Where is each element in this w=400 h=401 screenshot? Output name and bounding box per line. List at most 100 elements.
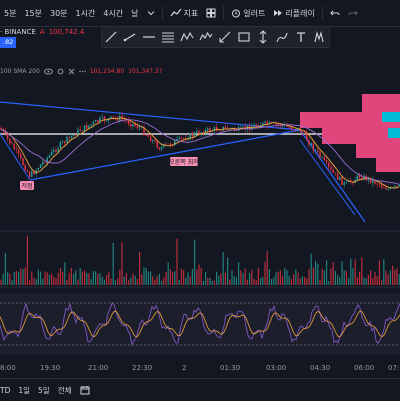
- volume-bar: [145, 268, 147, 285]
- timeframe-day[interactable]: 날: [127, 8, 142, 19]
- mid-label-text: 오른쪽 최저: [169, 158, 199, 166]
- volume-bar: [257, 267, 259, 285]
- volume-bar: [202, 280, 204, 285]
- timeframe-dropdown-button[interactable]: [143, 9, 159, 17]
- volume-bar: [319, 279, 321, 285]
- price-range-icon[interactable]: [256, 30, 270, 44]
- layouts-button[interactable]: [202, 8, 220, 18]
- settings-icon[interactable]: [57, 68, 64, 75]
- volume-bar: [99, 273, 101, 285]
- anchor-icon[interactable]: [312, 30, 326, 44]
- alert-button[interactable]: 얼러트: [227, 8, 269, 19]
- volume-bar: [207, 277, 209, 285]
- volume-bar: [136, 279, 138, 285]
- time-tick: 03:00: [266, 364, 287, 372]
- alarm-clock-icon: [232, 9, 241, 18]
- time-tick: 8:00: [0, 364, 16, 372]
- candle-body: [207, 128, 209, 130]
- redo-button[interactable]: [344, 8, 362, 18]
- brush-icon[interactable]: [275, 30, 289, 44]
- range-1d-button[interactable]: 1일: [18, 385, 30, 396]
- timeframe-5m[interactable]: 5분: [0, 8, 20, 19]
- time-tick: 22:30: [132, 364, 153, 372]
- candle-body: [328, 162, 330, 167]
- undo-button[interactable]: [326, 8, 344, 18]
- volume-bar: [130, 277, 132, 285]
- volume-bar: [125, 273, 127, 285]
- timeframe-30m[interactable]: 30분: [46, 8, 72, 19]
- volume-bar: [242, 272, 244, 285]
- candle-body: [134, 124, 136, 126]
- volume-bar: [235, 277, 237, 285]
- candle-body: [255, 124, 257, 126]
- measure-icon[interactable]: [218, 30, 232, 44]
- volume-bar: [249, 272, 251, 285]
- volume-bar: [22, 268, 24, 285]
- range-ytd-button[interactable]: TD: [0, 386, 10, 395]
- volume-bar: [64, 262, 66, 285]
- volume-bar: [7, 272, 9, 285]
- fib-retracement-icon[interactable]: [161, 30, 175, 44]
- range-all-button[interactable]: 전체: [58, 385, 72, 396]
- volume-bar: [73, 273, 75, 285]
- price-chart[interactable]: 저점 오른쪽 최저: [0, 78, 400, 362]
- candle-body: [385, 187, 387, 190]
- volume-bar: [374, 272, 376, 285]
- candle-body: [147, 135, 150, 137]
- volume-bar: [308, 269, 310, 285]
- rectangle-icon[interactable]: [237, 30, 251, 44]
- text-icon[interactable]: [294, 30, 308, 44]
- time-axis[interactable]: 8:00 19:30 21:00 22:30 2 01:30 03:00 04:…: [0, 362, 400, 376]
- volume-bar: [317, 263, 319, 285]
- volume-bar: [57, 272, 59, 285]
- volume-bar: [53, 276, 55, 285]
- volume-bar: [304, 277, 306, 285]
- candle-body: [70, 136, 73, 138]
- volume-bar: [119, 269, 121, 285]
- eye-icon[interactable]: [43, 68, 53, 75]
- symbol-name[interactable]: · BINANCE: [0, 28, 36, 36]
- alert-label: 얼러트: [243, 8, 266, 18]
- volume-bar: [112, 242, 114, 285]
- ray-icon[interactable]: [123, 30, 137, 44]
- volume-bar: [178, 280, 180, 285]
- volume-bar: [330, 268, 332, 285]
- trend-line-icon[interactable]: [104, 30, 118, 44]
- candle-body: [253, 124, 255, 127]
- volume-bar: [244, 268, 246, 285]
- candle-body: [319, 151, 321, 158]
- volume-bar: [51, 273, 53, 285]
- range-5d-button[interactable]: 5일: [38, 385, 50, 396]
- volume-bar: [167, 262, 169, 285]
- volume-bar: [77, 279, 79, 285]
- calendar-icon[interactable]: [80, 385, 90, 395]
- price-badge[interactable]: .82: [0, 37, 17, 48]
- volume-profile-accent: [388, 128, 400, 138]
- volume-profile-accent: [382, 112, 400, 122]
- time-tick: 2: [182, 364, 187, 372]
- time-tick: 19:30: [40, 364, 61, 372]
- elliott-wave-icon[interactable]: [199, 30, 213, 44]
- indicator-text[interactable]: 100 SMA 200: [0, 68, 40, 75]
- volume-bar: [90, 279, 92, 285]
- timeframe-1h[interactable]: 1시간: [72, 8, 100, 19]
- mid-label-tag[interactable]: 오른쪽 최저: [169, 157, 199, 166]
- volume-bar: [389, 270, 391, 285]
- volume-bar: [150, 271, 152, 285]
- volume-bar: [350, 258, 352, 285]
- volume-bar: [79, 267, 81, 285]
- volume-bar: [381, 280, 383, 285]
- volume-bar: [385, 270, 387, 285]
- timeframe-4h[interactable]: 4시간: [99, 8, 127, 19]
- more-icon[interactable]: [79, 68, 86, 75]
- replay-button[interactable]: 리플레이: [269, 8, 318, 19]
- low-label-tag[interactable]: 저점: [20, 181, 34, 190]
- timeframe-15m[interactable]: 15분: [20, 8, 46, 19]
- close-icon[interactable]: [68, 68, 75, 75]
- volume-bar: [95, 271, 97, 285]
- horizontal-line-icon[interactable]: [142, 30, 156, 44]
- indicators-button[interactable]: 지표: [166, 8, 203, 19]
- candle-body: [53, 149, 55, 152]
- volume-bar: [9, 273, 11, 285]
- pattern-icon[interactable]: [180, 30, 194, 44]
